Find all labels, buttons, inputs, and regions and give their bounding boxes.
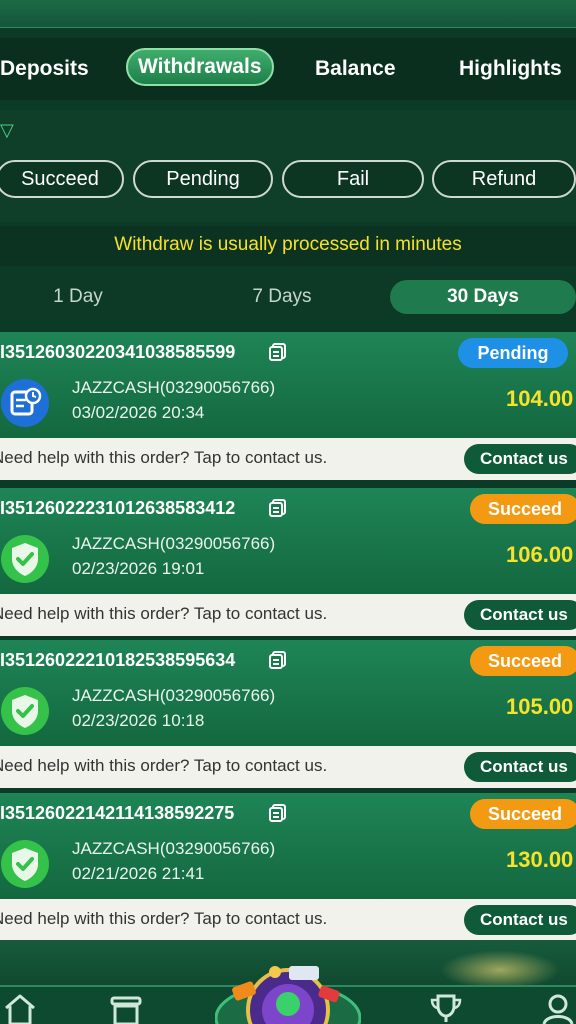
game-center-icon[interactable] [215,948,361,1024]
payment-channel: JAZZCASH(03290056766) [72,686,276,705]
store-icon[interactable] [108,992,144,1024]
pending-document-icon [1,379,49,427]
filter-pending[interactable]: Pending [133,160,273,198]
tab-balance[interactable]: Balance [315,50,396,88]
order-card: I35126022231012638583412 Succeed JAZZCAS… [0,488,576,636]
filter-icon[interactable]: ▽ [0,120,14,141]
copy-icon[interactable] [268,498,288,518]
help-text: Need help with this order? Tap to contac… [0,604,328,623]
order-id: I35126022210182538595634 [0,650,236,670]
tab-withdrawals[interactable]: Withdrawals [126,48,274,86]
order-datetime: 02/23/2026 10:18 [72,711,205,730]
filter-succeed[interactable]: Succeed [0,160,124,198]
order-id: I35126022231012638583412 [0,498,236,518]
tab-highlights[interactable]: Highlights [459,50,562,88]
order-amount: 130.00 [506,847,574,872]
order-amount: 104.00 [506,386,574,411]
order-id: I35126022142114138592275 [0,803,235,823]
copy-icon[interactable] [268,803,288,823]
top-strip [0,0,576,28]
contact-us-button[interactable]: Contact us [464,600,576,630]
contact-us-button[interactable]: Contact us [464,444,576,474]
order-summary: I35126022142114138592275 Succeed JAZZCAS… [0,793,576,899]
help-text: Need help with this order? Tap to contac… [0,448,328,467]
status-badge: Succeed [470,799,576,829]
order-card: I35126022210182538595634 Succeed JAZZCAS… [0,640,576,788]
order-amount: 106.00 [506,542,574,567]
status-badge: Pending [458,338,568,368]
order-amount: 105.00 [506,694,574,719]
order-card: I35126030220341038585599 Pending JAZZCAS… [0,332,576,480]
filter-fail[interactable]: Fail [282,160,424,198]
shield-check-icon [1,840,49,888]
main-tab-bar: Deposits Withdrawals Balance Highlights [0,38,576,100]
tab-deposits[interactable]: Deposits [0,50,89,88]
payment-channel: JAZZCASH(03290056766) [72,839,276,858]
help-bar[interactable]: Need help with this order? Tap to contac… [0,438,576,480]
profile-icon[interactable] [540,992,576,1024]
filter-refund[interactable]: Refund [432,160,576,198]
help-text: Need help with this order? Tap to contac… [0,909,328,928]
shield-check-icon [1,687,49,735]
order-datetime: 02/21/2026 21:41 [72,864,205,883]
order-datetime: 03/02/2026 20:34 [72,403,205,422]
copy-icon[interactable] [268,650,288,670]
shield-check-icon [1,535,49,583]
help-bar[interactable]: Need help with this order? Tap to contac… [0,594,576,636]
help-bar[interactable]: Need help with this order? Tap to contac… [0,899,576,941]
status-badge: Succeed [470,494,576,524]
contact-us-button[interactable]: Contact us [464,905,576,935]
tab-30-days[interactable]: 30 Days [390,280,576,314]
tab-1-day[interactable]: 1 Day [0,274,156,320]
contact-us-button[interactable]: Contact us [464,752,576,782]
tab-7-days[interactable]: 7 Days [196,274,368,320]
payment-channel: JAZZCASH(03290056766) [72,378,276,397]
payment-channel: JAZZCASH(03290056766) [72,534,276,553]
order-datetime: 02/23/2026 19:01 [72,559,205,578]
order-summary: I35126022231012638583412 Succeed JAZZCAS… [0,488,576,594]
copy-icon[interactable] [268,342,288,362]
help-bar[interactable]: Need help with this order? Tap to contac… [0,746,576,788]
order-card: I35126022142114138592275 Succeed JAZZCAS… [0,793,576,941]
order-summary: I35126022210182538595634 Succeed JAZZCAS… [0,640,576,746]
sparkle-decoration [440,950,560,990]
status-badge: Succeed [470,646,576,676]
day-range-tabs: 1 Day 7 Days 30 Days [0,274,576,320]
trophy-icon[interactable] [428,992,464,1024]
order-summary: I35126030220341038585599 Pending JAZZCAS… [0,332,576,438]
processing-notice: Withdraw is usually processed in minutes [0,226,576,266]
home-icon[interactable] [2,992,38,1024]
help-text: Need help with this order? Tap to contac… [0,756,328,775]
order-id: I35126030220341038585599 [0,342,236,362]
